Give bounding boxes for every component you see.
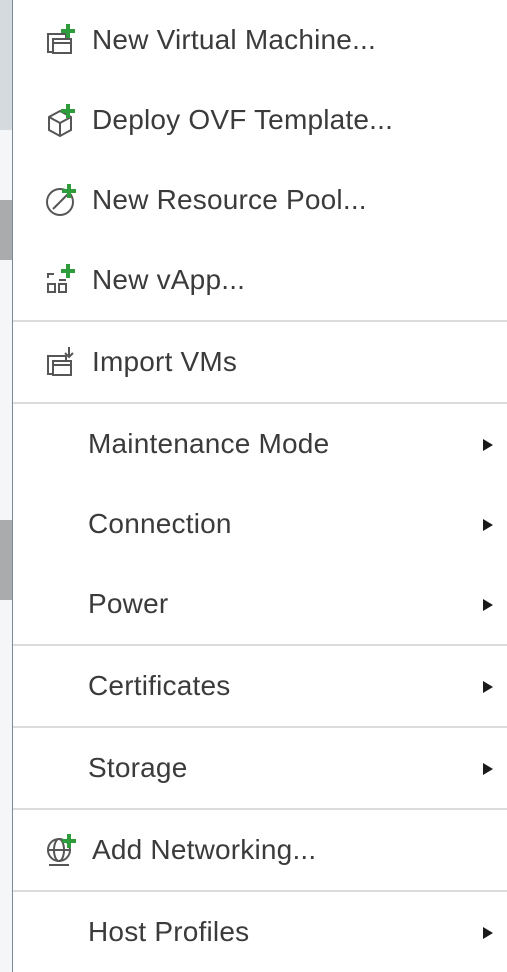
- new-resource-pool-icon: [44, 182, 80, 218]
- menu-item-label: Add Networking...: [92, 834, 317, 865]
- menu-item-maintenance-mode[interactable]: Maintenance Mode: [13, 404, 507, 484]
- menu-item-deploy-ovf-template[interactable]: Deploy OVF Template...: [13, 80, 507, 160]
- new-vm-icon: [44, 22, 80, 58]
- menu-item-power[interactable]: Power: [13, 564, 507, 644]
- menu-item-label: New Resource Pool...: [92, 184, 367, 215]
- submenu-arrow-icon: [483, 927, 493, 939]
- import-vms-icon: [44, 344, 80, 380]
- menu-item-new-virtual-machine[interactable]: New Virtual Machine...: [13, 0, 507, 80]
- menu-item-label: Power: [88, 588, 169, 619]
- menu-item-connection[interactable]: Connection: [13, 484, 507, 564]
- submenu-arrow-icon: [483, 519, 493, 531]
- page: New Virtual Machine... Deploy OVF Templa…: [0, 0, 507, 972]
- menu-item-label: Maintenance Mode: [88, 428, 330, 459]
- add-networking-icon: [44, 832, 80, 868]
- menu-item-add-networking[interactable]: Add Networking...: [13, 810, 507, 890]
- menu-item-label: New vApp...: [92, 264, 246, 295]
- menu-item-label: Import VMs: [92, 346, 238, 377]
- menu-item-storage[interactable]: Storage: [13, 728, 507, 808]
- deploy-ovf-icon: [44, 102, 80, 138]
- submenu-arrow-icon: [483, 599, 493, 611]
- submenu-arrow-icon: [483, 439, 493, 451]
- menu-item-new-resource-pool[interactable]: New Resource Pool...: [13, 160, 507, 240]
- menu-item-certificates[interactable]: Certificates: [13, 646, 507, 726]
- menu-item-host-profiles[interactable]: Host Profiles: [13, 892, 507, 972]
- menu-item-label: Certificates: [88, 670, 231, 701]
- menu-item-new-vapp[interactable]: New vApp...: [13, 240, 507, 320]
- new-vapp-icon: [44, 262, 80, 298]
- submenu-arrow-icon: [483, 681, 493, 693]
- context-menu: New Virtual Machine... Deploy OVF Templa…: [12, 0, 507, 972]
- submenu-arrow-icon: [483, 763, 493, 775]
- menu-item-label: Storage: [88, 752, 188, 783]
- menu-item-label: Host Profiles: [88, 916, 250, 947]
- menu-item-label: New Virtual Machine...: [92, 24, 377, 55]
- menu-item-label: Connection: [88, 508, 232, 539]
- menu-item-import-vms[interactable]: Import VMs: [13, 322, 507, 402]
- menu-item-label: Deploy OVF Template...: [92, 104, 394, 135]
- background-app-strip: [0, 0, 12, 972]
